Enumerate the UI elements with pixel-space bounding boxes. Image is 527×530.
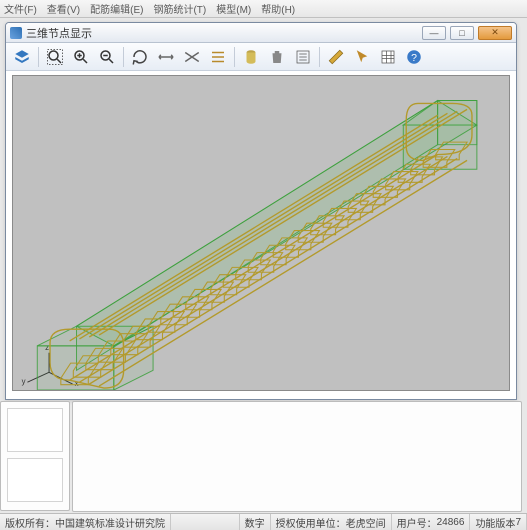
thumbnail-slot[interactable] — [7, 408, 63, 452]
axis-y-label: y — [22, 377, 26, 386]
menu-bar: 文件(F) 查看(V) 配筋编辑(E) 钢筋统计(T) 模型(M) 帮助(H) — [0, 0, 527, 18]
zoom-in-button[interactable] — [69, 46, 93, 68]
help-icon: ? — [405, 48, 423, 66]
maximize-button[interactable]: □ — [450, 26, 474, 40]
line-style-button[interactable] — [206, 46, 230, 68]
dim-horizontal-icon — [157, 48, 175, 66]
output-panel[interactable] — [72, 401, 522, 512]
dim-vertical-icon — [183, 48, 201, 66]
close-button[interactable]: ✕ — [478, 26, 512, 40]
table-button[interactable] — [376, 46, 400, 68]
svg-text:?: ? — [411, 51, 417, 63]
menu-view[interactable]: 查看(V) — [47, 1, 80, 16]
beam-render: x y z — [13, 76, 509, 390]
app-icon — [10, 27, 22, 39]
zoom-in-icon — [72, 48, 90, 66]
menu-rebar-edit[interactable]: 配筋编辑(E) — [90, 1, 143, 16]
menu-file[interactable]: 文件(F) — [4, 1, 37, 16]
measure-icon — [327, 48, 345, 66]
toolbar: ? — [6, 43, 516, 71]
status-copyright: 版权所有：中国建筑标准设计研究院 — [0, 514, 171, 530]
layers-icon — [13, 48, 31, 66]
zoom-out-icon — [98, 48, 116, 66]
child-window: 三维节点显示 — □ ✕ — [5, 22, 517, 400]
dim-vertical-button[interactable] — [180, 46, 204, 68]
menu-help[interactable]: 帮助(H) — [261, 1, 295, 16]
pointer-icon — [353, 48, 371, 66]
window-title: 三维节点显示 — [26, 25, 92, 41]
trash-icon — [268, 48, 286, 66]
zoom-extents-icon — [46, 48, 64, 66]
zoom-extents-button[interactable] — [43, 46, 67, 68]
status-licensee: 授权使用单位：老虎空间 — [271, 514, 392, 530]
help-button[interactable]: ? — [402, 46, 426, 68]
list-icon — [294, 48, 312, 66]
menu-rebar-stats[interactable]: 钢筋统计(T) — [153, 1, 206, 16]
measure-button[interactable] — [324, 46, 348, 68]
list-button[interactable] — [291, 46, 315, 68]
3d-viewport[interactable]: x y z — [12, 75, 510, 391]
pointer-button[interactable] — [350, 46, 374, 68]
menu-model[interactable]: 模型(M) — [216, 1, 251, 16]
status-numlock: 数字 — [240, 514, 271, 530]
status-bar: 版权所有：中国建筑标准设计研究院 数字 授权使用单位：老虎空间 用户号：2486… — [0, 513, 527, 530]
zoom-out-button[interactable] — [95, 46, 119, 68]
table-icon — [379, 48, 397, 66]
thumbnail-panel — [0, 401, 70, 511]
trash-button[interactable] — [265, 46, 289, 68]
rotate-button[interactable] — [128, 46, 152, 68]
layers-button[interactable] — [10, 46, 34, 68]
thumbnail-slot[interactable] — [7, 458, 63, 502]
status-version: 功能版本7 — [470, 514, 527, 530]
cylinder-button[interactable] — [239, 46, 263, 68]
title-bar[interactable]: 三维节点显示 — □ ✕ — [6, 23, 516, 43]
minimize-button[interactable]: — — [422, 26, 446, 40]
cylinder-icon — [242, 48, 260, 66]
rotate-icon — [131, 48, 149, 66]
dim-horizontal-button[interactable] — [154, 46, 178, 68]
line-style-icon — [209, 48, 227, 66]
status-user: 用户号：24866 — [392, 514, 471, 530]
